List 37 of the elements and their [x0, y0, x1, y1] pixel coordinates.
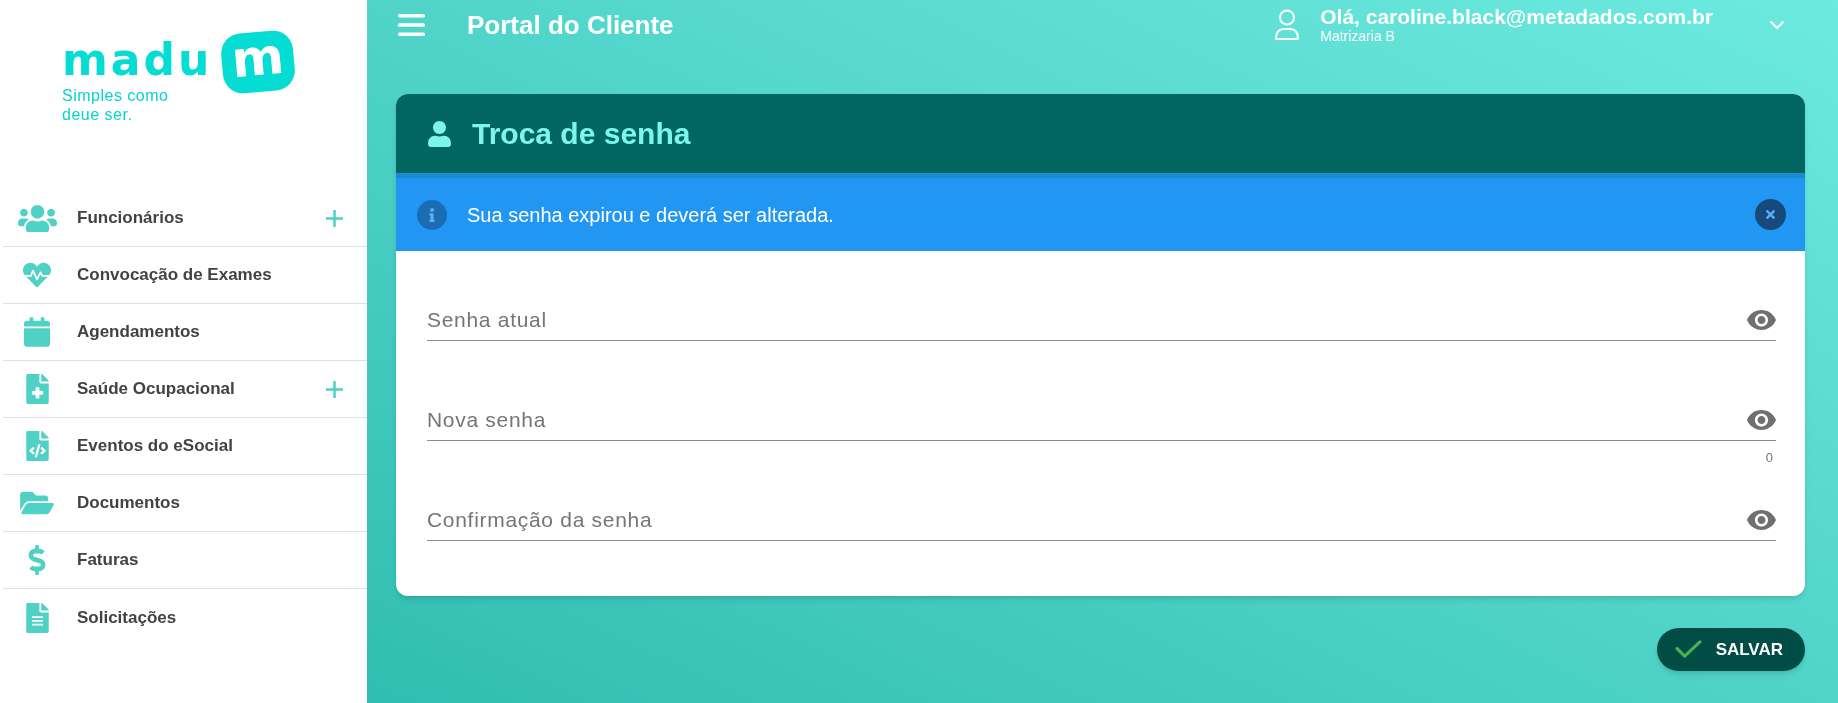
eye-icon[interactable]	[1747, 310, 1776, 330]
logo-tagline: Simples como deue ser.	[62, 86, 170, 124]
dollar-icon	[28, 545, 46, 575]
sidebar-item[interactable]: Agendamentos	[3, 304, 367, 361]
eye-icon[interactable]	[1747, 410, 1776, 430]
close-button[interactable]	[1755, 199, 1786, 230]
info-icon	[417, 199, 447, 230]
sidebar-item[interactable]: Documentos	[3, 475, 367, 532]
calendar-icon	[24, 317, 50, 347]
close-icon	[1765, 208, 1776, 221]
password-field[interactable]: Senha atual	[427, 303, 1747, 337]
sidebar-item[interactable]: Funcionários	[3, 190, 367, 247]
sidebar-item[interactable]: Eventos do eSocial	[3, 418, 367, 475]
password-field[interactable]: Nova senha	[427, 403, 1747, 437]
sidebar-item[interactable]: Faturas	[3, 532, 367, 589]
user-greeting: Olá, caroline.black@metadados.com.br	[1320, 5, 1713, 28]
medical-file-icon	[25, 374, 49, 404]
page-title: Portal do Cliente	[467, 8, 674, 42]
people-icon	[17, 202, 57, 234]
password-field[interactable]: Confirmação da senha	[427, 503, 1747, 537]
heartbeat-icon	[22, 261, 52, 289]
sidebar-item[interactable]: Convocação de Exames	[3, 247, 367, 304]
document-icon	[25, 602, 49, 633]
character-counter: 0	[1765, 450, 1774, 466]
eye-icon[interactable]	[1747, 510, 1776, 530]
sidebar-item[interactable]: Saúde Ocupacional	[3, 361, 367, 418]
logo-mark: m	[219, 29, 297, 95]
company-name: Matrizaria B	[1320, 27, 1395, 45]
code-file-icon	[25, 431, 49, 461]
sidebar-item[interactable]: Solicitações	[3, 589, 367, 646]
save-button[interactable]: SALVAR	[1656, 628, 1805, 671]
alert-message: Sua senha expirou e deverá ser alterada.	[467, 202, 834, 228]
check-icon	[1674, 640, 1702, 659]
user-icon	[1274, 9, 1301, 41]
person-icon	[428, 120, 451, 147]
logo-wordmark: madu	[62, 38, 213, 82]
card-title: Troca de senha	[472, 116, 691, 152]
